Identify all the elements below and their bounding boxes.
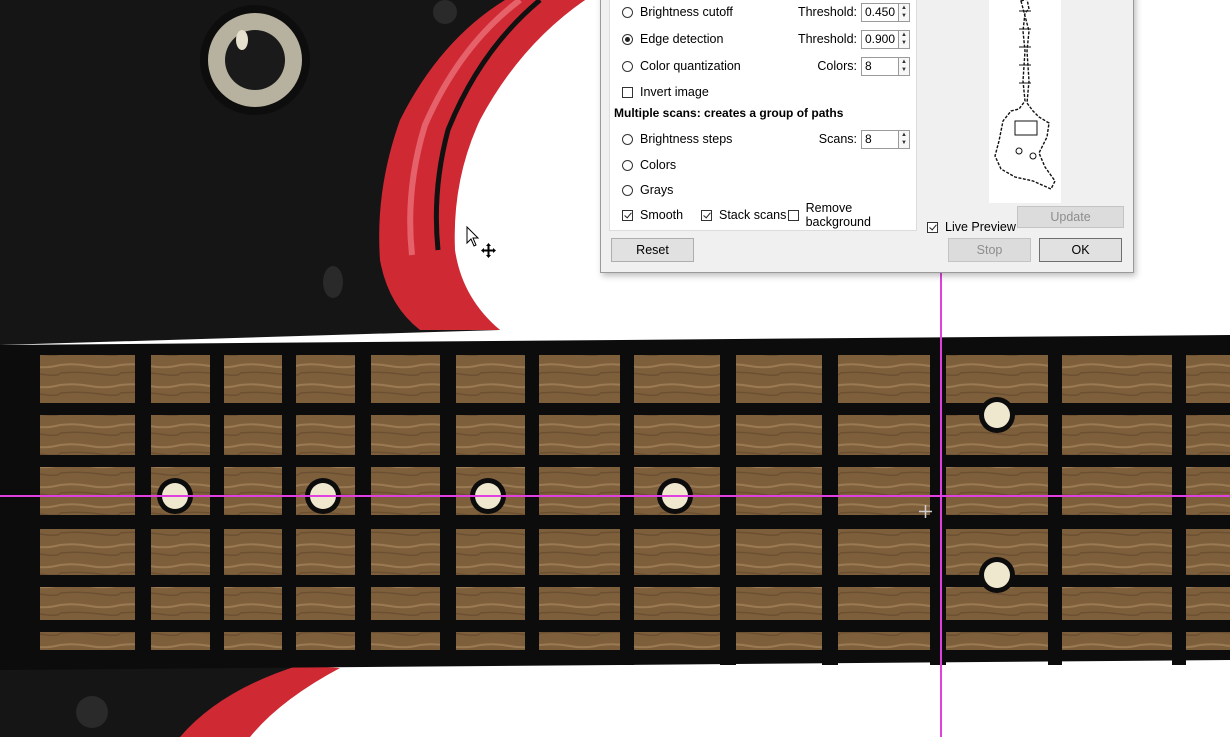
- edge-threshold-input[interactable]: 0.900: [861, 29, 899, 49]
- scans-label: Scans:: [818, 132, 857, 146]
- edge-detection-radio[interactable]: [622, 33, 633, 45]
- threshold-label: Threshold:: [797, 5, 857, 19]
- edge-detection-option[interactable]: Edge detection: [622, 29, 723, 49]
- remove-background-label: Remove background: [805, 201, 871, 229]
- scan-options-panel: Brightness cutoff Threshold: 0.450 ▲ ▼ Ed…: [609, 0, 917, 231]
- move-cursor-icon: [481, 243, 496, 258]
- reset-button[interactable]: Reset: [611, 238, 694, 262]
- remove-background-option[interactable]: Remove background: [788, 201, 916, 229]
- edge-detection-label: Edge detection: [640, 32, 724, 46]
- live-preview-option[interactable]: Live Preview: [927, 217, 1016, 237]
- scans-count-stepper[interactable]: ▲ ▼: [899, 129, 910, 149]
- color-quantization-option[interactable]: Color quantization: [622, 56, 741, 76]
- smooth-label: Smooth: [640, 208, 684, 222]
- arrow-cursor-icon: [466, 226, 480, 247]
- crosshair-cursor-icon: [919, 505, 932, 518]
- brightness-threshold-input[interactable]: 0.450: [861, 2, 899, 22]
- color-quantization-radio[interactable]: [622, 60, 633, 72]
- multiple-scans-heading: Multiple scans: creates a group of paths: [614, 106, 844, 120]
- colors-count-stepper[interactable]: ▲ ▼: [899, 56, 910, 76]
- remove-background-checkbox[interactable]: [788, 209, 799, 221]
- update-button[interactable]: Update: [1017, 206, 1124, 228]
- brightness-cutoff-option[interactable]: Brightness cutoff: [622, 2, 733, 22]
- stack-scans-label: Stack scans: [719, 208, 787, 222]
- trace-bitmap-dialog: Brightness cutoff Threshold: 0.450 ▲ ▼ Ed…: [600, 0, 1134, 273]
- guitar-knob-center: [225, 30, 285, 90]
- invert-image-option[interactable]: Invert image: [622, 82, 709, 102]
- scans-count-input[interactable]: 8: [861, 129, 899, 149]
- colors-count-control: Colors: 8 ▲ ▼: [817, 56, 910, 76]
- invert-image-checkbox[interactable]: [622, 86, 633, 98]
- color-quantization-label: Color quantization: [640, 59, 741, 73]
- edge-threshold-control: Threshold: 0.900 ▲ ▼: [798, 29, 910, 49]
- brightness-threshold-stepper[interactable]: ▲ ▼: [899, 2, 910, 22]
- smooth-option[interactable]: Smooth: [622, 205, 683, 225]
- smooth-checkbox[interactable]: [622, 209, 633, 221]
- trace-preview-image: [989, 0, 1061, 203]
- ok-button[interactable]: OK: [1039, 238, 1122, 262]
- grays-label: Grays: [640, 183, 674, 197]
- grays-radio[interactable]: [622, 184, 633, 196]
- colors-radio[interactable]: [622, 159, 633, 171]
- brightness-steps-radio[interactable]: [622, 133, 633, 145]
- colors-option-label: Colors: [640, 158, 677, 172]
- stack-scans-checkbox[interactable]: [701, 209, 712, 221]
- colors-option[interactable]: Colors: [622, 155, 676, 175]
- stack-scans-option[interactable]: Stack scans: [701, 205, 786, 225]
- grays-option[interactable]: Grays: [622, 180, 673, 200]
- brightness-cutoff-radio[interactable]: [622, 6, 633, 18]
- brightness-cutoff-label: Brightness cutoff: [640, 5, 733, 19]
- brightness-threshold-control: Threshold: 0.450 ▲ ▼: [798, 2, 910, 22]
- live-preview-label: Live Preview: [945, 220, 1016, 234]
- colors-label: Colors:: [817, 59, 857, 73]
- stop-button[interactable]: Stop: [948, 238, 1031, 262]
- scans-count-control: Scans: 8 ▲ ▼: [819, 129, 910, 149]
- invert-image-label: Invert image: [640, 85, 709, 99]
- brightness-steps-label: Brightness steps: [640, 132, 733, 146]
- brightness-steps-option[interactable]: Brightness steps: [622, 129, 732, 149]
- edge-threshold-stepper[interactable]: ▲ ▼: [899, 29, 910, 49]
- threshold-label: Threshold:: [797, 32, 857, 46]
- colors-count-input[interactable]: 8: [861, 56, 899, 76]
- live-preview-checkbox[interactable]: [927, 221, 938, 233]
